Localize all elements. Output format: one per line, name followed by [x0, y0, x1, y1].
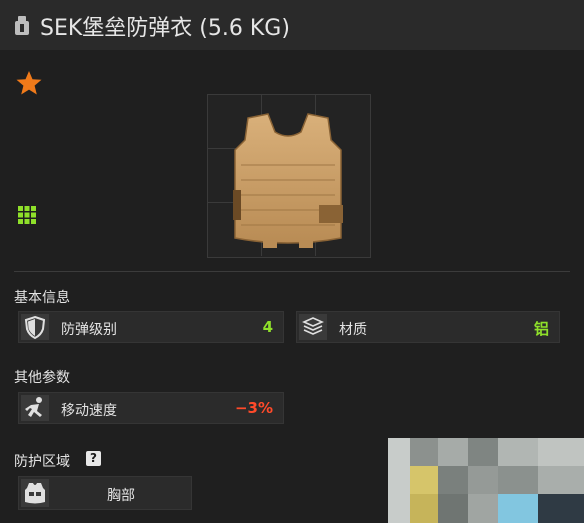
section-title-protection: 防护区域	[14, 454, 70, 470]
armor-weight-icon	[15, 16, 29, 35]
body-armor-vest	[233, 113, 343, 248]
stat-label: 材质	[339, 322, 367, 338]
protection-zone-chest: 胸部	[18, 476, 192, 510]
item-title: SEK堡垒防弹衣 (5.6 KG)	[40, 16, 290, 41]
section-title-basic: 基本信息	[14, 290, 70, 306]
star-icon[interactable]	[16, 70, 42, 96]
running-person-icon	[25, 397, 42, 417]
zone-label: 胸部	[107, 488, 135, 504]
title-bar: SEK堡垒防弹衣 (5.6 KG)	[0, 0, 584, 51]
help-icon[interactable]: ?	[86, 451, 101, 466]
material-plates-icon	[302, 317, 324, 335]
stat-label: 防弹级别	[61, 322, 117, 338]
stat-value: 铝	[533, 320, 549, 338]
section-title-other: 其他参数	[14, 370, 70, 386]
section-divider	[14, 271, 570, 272]
stat-value: −3%	[234, 399, 273, 417]
stat-label: 移动速度	[61, 403, 117, 419]
stat-move-speed: 移动速度 −3%	[18, 392, 284, 424]
grid-size-icon	[18, 206, 36, 224]
stat-value: 4	[262, 318, 273, 336]
chest-armor-icon	[25, 483, 45, 504]
stat-armor-class: 防弹级别 4	[18, 311, 284, 343]
stat-material: 材质 铝	[296, 311, 560, 343]
shield-icon	[24, 315, 46, 340]
pixelated-overlay	[388, 438, 584, 523]
